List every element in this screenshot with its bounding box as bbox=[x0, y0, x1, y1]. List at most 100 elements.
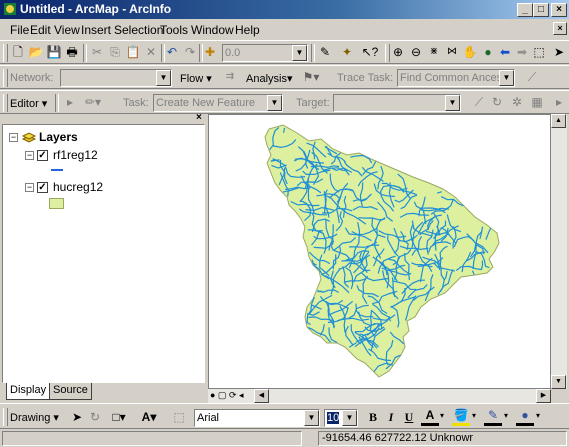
fill-color-icon[interactable]: 🪣 bbox=[452, 408, 470, 426]
menu-help[interactable]: Help bbox=[235, 23, 260, 37]
edit-vertices-icon[interactable]: ⬚ bbox=[170, 408, 188, 426]
layer-visibility-checkbox[interactable]: ✓ bbox=[37, 150, 48, 161]
italic-button[interactable]: I bbox=[382, 408, 400, 426]
font-color-button[interactable]: A bbox=[421, 408, 439, 426]
chevron-down-icon[interactable]: ▾ bbox=[440, 411, 444, 420]
maximize-button[interactable]: □ bbox=[533, 3, 549, 17]
underline-button[interactable]: U bbox=[400, 408, 418, 426]
menu-window[interactable]: Window bbox=[191, 23, 234, 37]
trace-task-combo[interactable]: Find Common Ancesto ▼ bbox=[397, 69, 515, 87]
map-canvas[interactable] bbox=[209, 115, 550, 388]
map-vertical-scrollbar[interactable]: ▲ ▼ bbox=[551, 114, 567, 389]
arctoolbox-icon[interactable]: ✦ bbox=[338, 43, 356, 61]
solve-trace-icon[interactable]: ⟋ bbox=[523, 68, 541, 86]
flow-menu[interactable]: Flow ▾ bbox=[180, 72, 212, 85]
target-combo[interactable]: ▼ bbox=[333, 94, 461, 112]
chevron-down-icon[interactable]: ▾ bbox=[472, 411, 476, 420]
whats-this-help-icon[interactable]: ↖? bbox=[361, 43, 379, 61]
scroll-left-icon[interactable]: ◀ bbox=[254, 389, 269, 403]
pan-hand-icon[interactable]: ✋ bbox=[461, 43, 479, 61]
toolbar-grip[interactable] bbox=[3, 408, 8, 426]
menu-selection[interactable]: Selection bbox=[114, 23, 163, 37]
chevron-down-icon[interactable]: ▼ bbox=[342, 410, 357, 426]
new-document-icon[interactable]: 🗋 bbox=[9, 43, 27, 61]
chevron-down-icon[interactable]: ▼ bbox=[445, 95, 460, 111]
layer-name[interactable]: hucreg12 bbox=[53, 180, 103, 194]
layer-name[interactable]: rf1reg12 bbox=[53, 148, 98, 162]
add-data-icon[interactable]: ✚ bbox=[201, 43, 219, 61]
paste-icon[interactable]: 📋 bbox=[124, 43, 142, 61]
select-elements-icon[interactable]: ➤ bbox=[550, 43, 568, 61]
layers-root-label[interactable]: Layers bbox=[39, 130, 78, 144]
rectangle-tool-icon[interactable]: □▾ bbox=[110, 408, 128, 426]
scroll-right-icon[interactable]: ▶ bbox=[536, 389, 551, 403]
collapse-icon[interactable]: − bbox=[25, 151, 34, 160]
tab-display[interactable]: Display bbox=[6, 383, 51, 400]
scroll-down-icon[interactable]: ▼ bbox=[551, 375, 566, 389]
save-icon[interactable]: 💾 bbox=[45, 43, 63, 61]
text-tool-icon[interactable]: A▾ bbox=[140, 408, 158, 426]
edit-tool-arrow-icon[interactable]: ▸ bbox=[61, 93, 79, 111]
analysis-menu[interactable]: Analysis▾ bbox=[246, 72, 293, 85]
flow-arrows-icon[interactable]: ⇉ bbox=[221, 68, 239, 86]
rotate-icon[interactable]: ↻ bbox=[86, 408, 104, 426]
arcmap-app-icon[interactable] bbox=[3, 2, 17, 16]
map-scale-combo[interactable]: 0.0 ▼ bbox=[222, 44, 308, 62]
copy-icon[interactable]: ⎘ bbox=[106, 43, 124, 61]
fixed-zoom-out-icon[interactable]: ⋈ bbox=[443, 43, 461, 61]
drawing-menu[interactable]: Drawing ▾ bbox=[10, 411, 59, 424]
tab-source[interactable]: Source bbox=[49, 383, 92, 400]
redo-icon[interactable]: ↷ bbox=[181, 43, 199, 61]
map-horizontal-scrollbar[interactable]: ● ▢ ⟳ ◂ ◀ ▶ bbox=[208, 389, 551, 403]
close-button[interactable]: × bbox=[551, 3, 567, 17]
select-features-icon[interactable]: ⬚ bbox=[530, 43, 548, 61]
bold-button[interactable]: B bbox=[364, 408, 382, 426]
open-folder-icon[interactable]: 📂 bbox=[27, 43, 45, 61]
collapse-icon[interactable]: − bbox=[25, 183, 34, 192]
menu-tools[interactable]: Tools bbox=[160, 23, 188, 37]
font-name-combo[interactable]: Arial ▼ bbox=[194, 409, 320, 427]
polygon-symbol-swatch[interactable] bbox=[49, 198, 64, 209]
menu-view[interactable]: View bbox=[54, 23, 80, 37]
marker-color-icon[interactable]: ● bbox=[516, 408, 534, 426]
menu-edit[interactable]: Edit bbox=[30, 23, 51, 37]
network-combo[interactable]: ▼ bbox=[60, 69, 172, 87]
toolbar-grip[interactable] bbox=[3, 94, 8, 112]
line-symbol-swatch[interactable] bbox=[51, 169, 63, 171]
toc-close-icon[interactable]: × bbox=[196, 112, 202, 123]
task-combo[interactable]: Create New Feature ▼ bbox=[153, 94, 283, 112]
select-elements-arrow-icon[interactable]: ➤ bbox=[68, 408, 86, 426]
undo-icon[interactable]: ↶ bbox=[163, 43, 181, 61]
rotate-tool-icon[interactable]: ↻ bbox=[488, 93, 506, 111]
toolbar-grip[interactable] bbox=[3, 69, 8, 87]
split-tool-icon[interactable]: ⟋ bbox=[470, 93, 488, 111]
collapse-icon[interactable]: − bbox=[9, 133, 18, 142]
cut-icon[interactable]: ✂ bbox=[88, 43, 106, 61]
attributes-icon[interactable]: ✲ bbox=[508, 93, 526, 111]
layer-visibility-checkbox[interactable]: ✓ bbox=[37, 182, 48, 193]
delete-icon[interactable]: ✕ bbox=[142, 43, 160, 61]
editor-toolbar-icon[interactable]: ✎ bbox=[316, 43, 334, 61]
toolbar-grip[interactable] bbox=[3, 44, 8, 62]
line-color-icon[interactable]: ✎ bbox=[484, 408, 502, 426]
chevron-down-icon[interactable]: ▼ bbox=[267, 95, 282, 111]
chevron-down-icon[interactable]: ▾ bbox=[504, 411, 508, 420]
view-switch-icons[interactable]: ● ▢ ⟳ ◂ bbox=[210, 390, 244, 401]
map-display[interactable] bbox=[208, 114, 551, 389]
chevron-down-icon[interactable]: ▼ bbox=[304, 410, 319, 426]
sketch-properties-icon[interactable]: ▦ bbox=[528, 93, 546, 111]
chevron-down-icon[interactable]: ▼ bbox=[156, 70, 171, 86]
fixed-zoom-in-icon[interactable]: ⋇ bbox=[425, 43, 443, 61]
zoom-out-icon[interactable]: ⊖ bbox=[407, 43, 425, 61]
zoom-in-icon[interactable]: ⊕ bbox=[389, 43, 407, 61]
menu-file[interactable]: File bbox=[10, 23, 29, 37]
full-extent-globe-icon[interactable]: ● bbox=[479, 43, 497, 61]
font-size-combo[interactable]: 10 ▼ bbox=[324, 409, 358, 427]
menu-insert[interactable]: Insert bbox=[81, 23, 111, 37]
chevron-down-icon[interactable]: ▾ bbox=[536, 411, 540, 420]
chevron-down-icon[interactable]: ▼ bbox=[292, 45, 307, 61]
document-close-button[interactable]: × bbox=[553, 22, 567, 35]
chevron-down-icon[interactable]: ▼ bbox=[499, 70, 514, 86]
print-icon[interactable]: 🖶 bbox=[63, 43, 81, 61]
back-extent-icon[interactable]: ⬅ bbox=[496, 43, 514, 61]
